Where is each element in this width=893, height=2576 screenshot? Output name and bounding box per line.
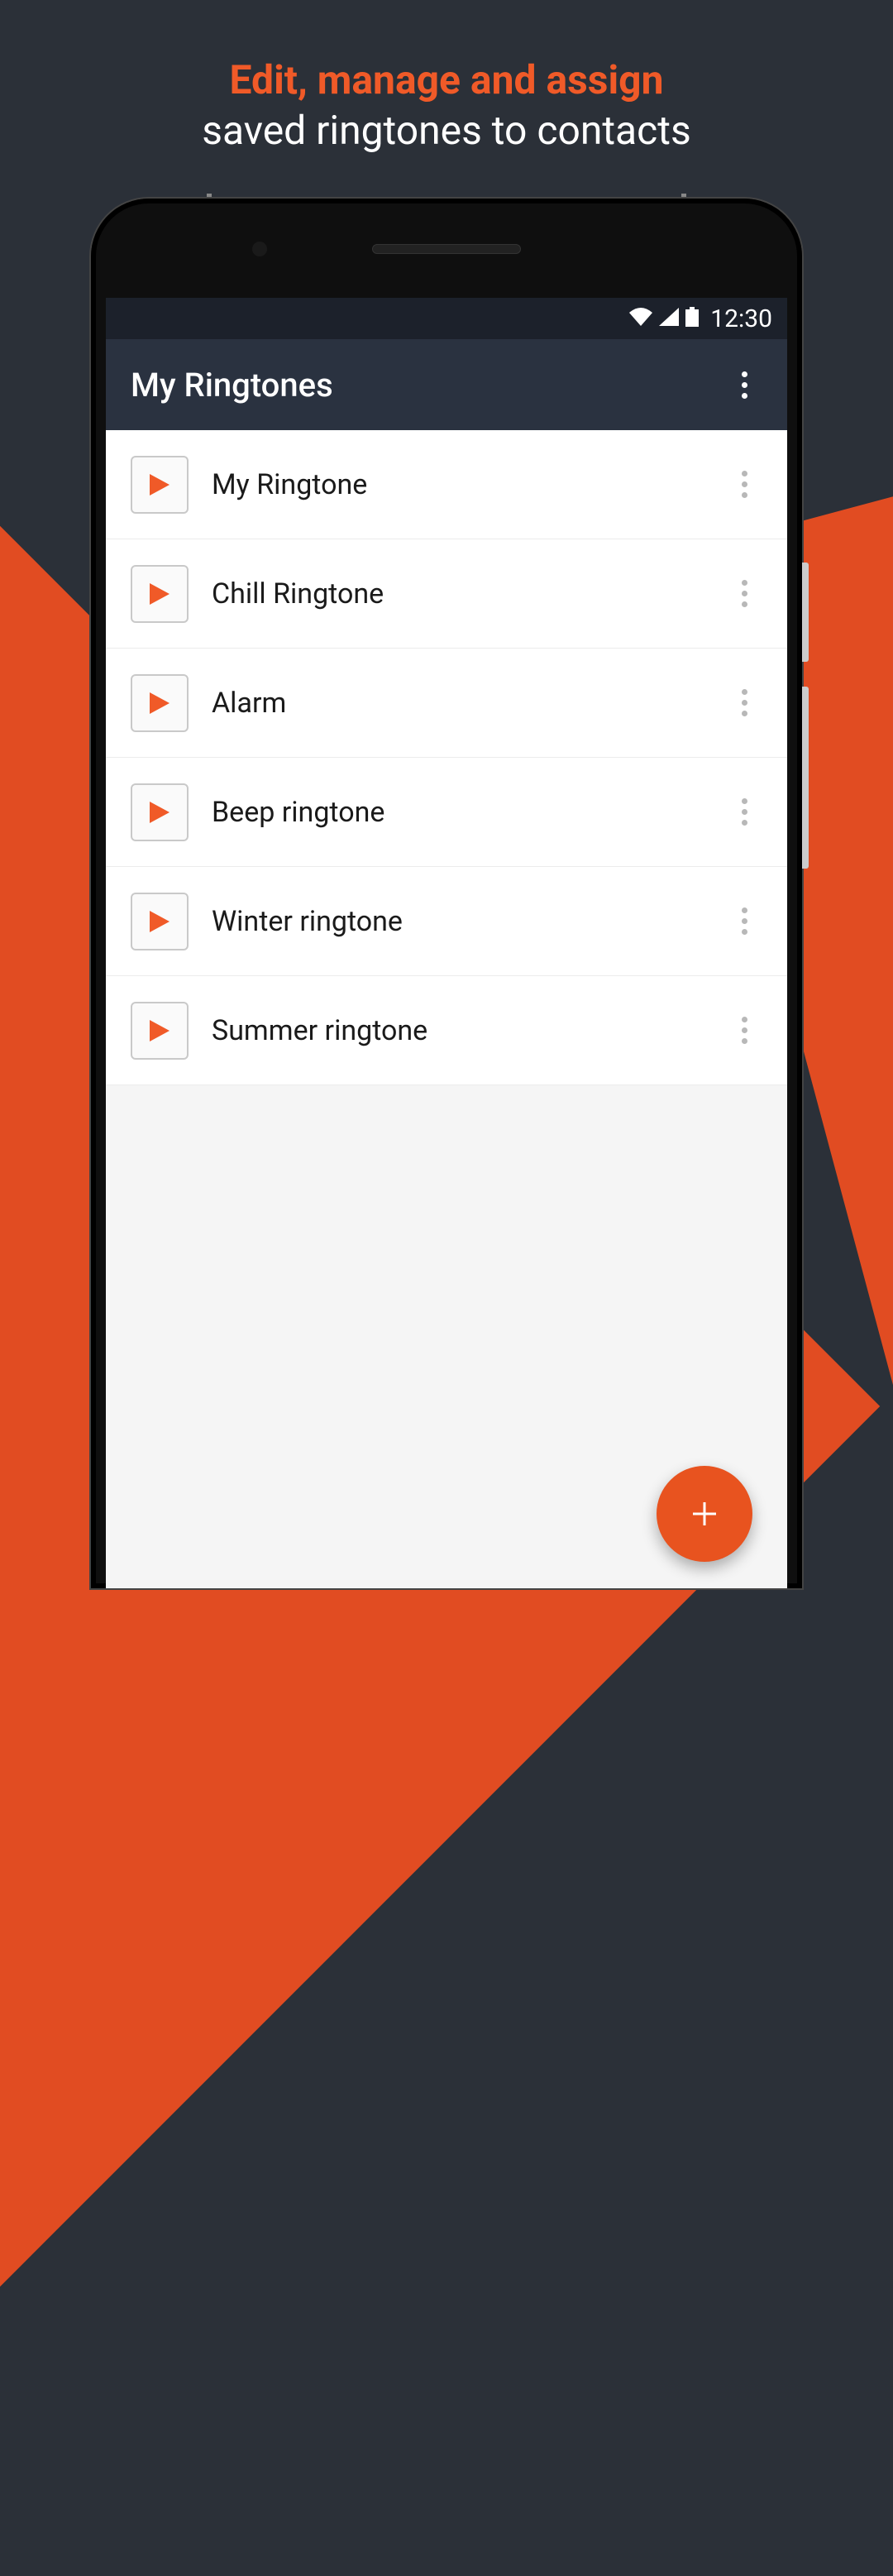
phone-body: 12:30 My Ringtones My Ringtone bbox=[91, 199, 802, 1588]
play-button[interactable] bbox=[131, 1002, 189, 1060]
overflow-menu-button[interactable] bbox=[726, 366, 762, 403]
add-ringtone-fab[interactable] bbox=[657, 1466, 752, 1562]
item-overflow-button[interactable] bbox=[726, 903, 762, 940]
ringtone-item[interactable]: My Ringtone bbox=[106, 430, 787, 539]
phone-mockup: 12:30 My Ringtones My Ringtone bbox=[91, 199, 802, 1588]
play-icon bbox=[150, 474, 170, 496]
ringtone-name: Alarm bbox=[212, 687, 726, 720]
ringtone-list: My Ringtone Chill Ringtone bbox=[106, 430, 787, 1085]
item-overflow-button[interactable] bbox=[726, 685, 762, 721]
plus-icon bbox=[688, 1497, 721, 1530]
app-bar: My Ringtones bbox=[106, 339, 787, 430]
play-button[interactable] bbox=[131, 674, 189, 732]
promo-line-1: Edit, manage and assign bbox=[0, 56, 893, 103]
phone-screen: 12:30 My Ringtones My Ringtone bbox=[106, 298, 787, 1588]
more-vertical-icon bbox=[742, 580, 747, 607]
more-vertical-icon bbox=[742, 798, 747, 826]
play-button[interactable] bbox=[131, 893, 189, 950]
app-title: My Ringtones bbox=[131, 366, 333, 405]
promo-line-2: saved ringtones to contacts bbox=[0, 107, 893, 154]
more-vertical-icon bbox=[742, 1017, 747, 1044]
play-button[interactable] bbox=[131, 783, 189, 841]
status-bar: 12:30 bbox=[106, 298, 787, 339]
ringtone-item[interactable]: Chill Ringtone bbox=[106, 539, 787, 649]
item-overflow-button[interactable] bbox=[726, 794, 762, 831]
more-vertical-icon bbox=[742, 907, 747, 935]
ringtone-name: Beep ringtone bbox=[212, 796, 726, 829]
ringtone-item[interactable]: Winter ringtone bbox=[106, 867, 787, 976]
ringtone-item[interactable]: Summer ringtone bbox=[106, 976, 787, 1085]
play-button[interactable] bbox=[131, 565, 189, 623]
play-button[interactable] bbox=[131, 456, 189, 514]
play-icon bbox=[150, 911, 170, 932]
item-overflow-button[interactable] bbox=[726, 1013, 762, 1049]
ringtone-name: My Ringtone bbox=[212, 468, 726, 501]
battery-icon bbox=[685, 307, 699, 330]
more-vertical-icon bbox=[742, 371, 747, 399]
ringtone-name: Summer ringtone bbox=[212, 1014, 726, 1047]
ringtone-item[interactable]: Beep ringtone bbox=[106, 758, 787, 867]
phone-camera bbox=[252, 242, 267, 256]
wifi-icon bbox=[629, 308, 652, 329]
ringtone-name: Chill Ringtone bbox=[212, 577, 726, 610]
play-icon bbox=[150, 802, 170, 823]
phone-speaker bbox=[372, 244, 521, 254]
play-icon bbox=[150, 692, 170, 714]
cell-signal-icon bbox=[659, 308, 679, 329]
item-overflow-button[interactable] bbox=[726, 576, 762, 612]
ringtone-item[interactable]: Alarm bbox=[106, 649, 787, 758]
more-vertical-icon bbox=[742, 689, 747, 716]
promo-heading: Edit, manage and assign saved ringtones … bbox=[0, 0, 893, 154]
status-time: 12:30 bbox=[710, 304, 772, 333]
play-icon bbox=[150, 1020, 170, 1041]
play-icon bbox=[150, 583, 170, 605]
phone-side-button bbox=[802, 563, 809, 662]
phone-side-button bbox=[802, 687, 809, 869]
ringtone-name: Winter ringtone bbox=[212, 905, 726, 938]
more-vertical-icon bbox=[742, 471, 747, 498]
item-overflow-button[interactable] bbox=[726, 467, 762, 503]
